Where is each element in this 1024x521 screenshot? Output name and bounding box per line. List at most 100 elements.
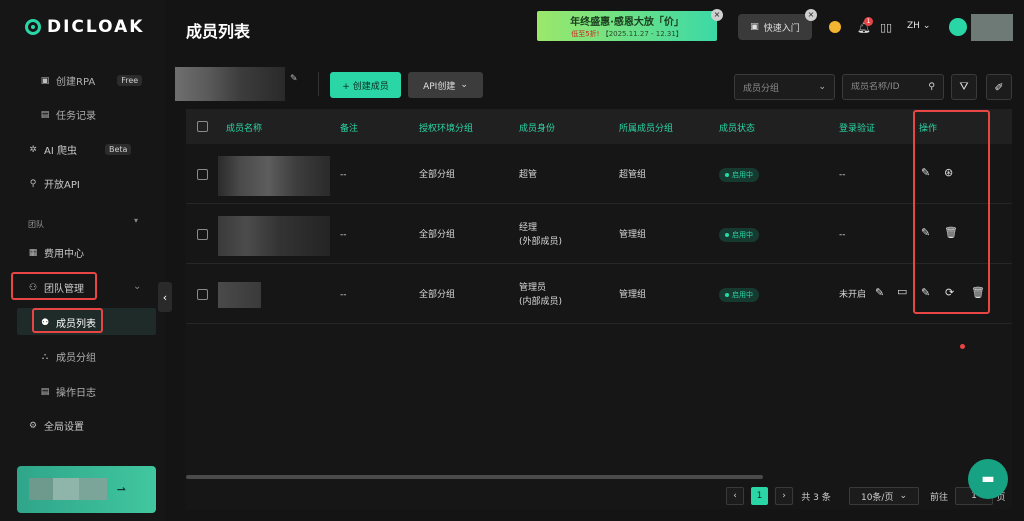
row-checkbox[interactable]: [197, 289, 208, 300]
sidebar-item-task-log[interactable]: ▤ 任务记录: [40, 107, 96, 123]
coin-icon[interactable]: [829, 21, 841, 33]
table-row[interactable]: -- 全部分组 超管 超管组 启用中 -- ✎ ⊛: [186, 144, 1012, 204]
edit-icon[interactable]: ✎: [875, 286, 884, 299]
status-label: 启用中: [732, 231, 753, 239]
status-label: 启用中: [732, 291, 753, 299]
status-badge: 启用中: [719, 288, 759, 302]
sidebar-item-global-settings[interactable]: ⚙ 全局设置: [28, 418, 84, 434]
member-table: 成员名称 备注 授权环境分组 成员身份 所属成员分组 成员状态 登录验证 操作 …: [186, 109, 1012, 509]
sidebar-promo-card[interactable]: ⇀: [17, 466, 156, 513]
column-header: 授权环境分组: [419, 124, 474, 134]
next-page-button[interactable]: ›: [775, 487, 793, 505]
edit-icon[interactable]: ✎: [290, 74, 298, 84]
row-checkbox[interactable]: [197, 229, 208, 240]
language-switcher[interactable]: ZH ⌄: [907, 21, 930, 31]
page-size-select[interactable]: 10条/页 ⌄: [849, 487, 919, 505]
chevron-down-icon: ⌄: [818, 82, 826, 92]
table-header: 成员名称 备注 授权环境分组 成员身份 所属成员分组 成员状态 登录验证 操作: [186, 109, 1012, 144]
prev-page-button[interactable]: ‹: [726, 487, 744, 505]
sidebar-section-team: 团队: [28, 220, 44, 229]
sidebar-item-billing[interactable]: ▦ 费用中心: [28, 245, 84, 261]
status-badge: 启用中: [719, 168, 759, 182]
login-verify-cell: 未开启: [839, 290, 867, 300]
column-header: 备注: [340, 124, 359, 134]
book-icon: ▣: [750, 22, 759, 32]
logo-mark-icon: [25, 19, 41, 35]
sidebar-item-label: AI 爬虫: [44, 146, 77, 157]
sidebar-item-label: 开放API: [44, 180, 80, 191]
page-number-button[interactable]: 1: [751, 487, 768, 505]
total-count: 共 3 条: [801, 492, 831, 503]
chevron-right-icon: ›: [782, 491, 786, 501]
sidebar-item-label: 创建RPA: [56, 77, 96, 88]
beta-badge: Beta: [104, 144, 132, 155]
highlight-box: [32, 308, 103, 333]
role-line2: (外部成员): [519, 237, 563, 247]
promo-discount: 低至5折!: [571, 30, 600, 38]
promo-line2: 低至5折! 【2025.11.27 - 12.31】: [537, 29, 717, 39]
sidebar-collapse-button[interactable]: ‹: [158, 282, 172, 312]
docs-icon[interactable]: ▯▯: [880, 21, 892, 34]
sidebar-item-label: 成员分组: [56, 353, 96, 364]
login-verify-cell: --: [839, 170, 846, 180]
member-group-icon: ⛬: [41, 351, 49, 362]
column-header: 所属成员分组: [619, 124, 674, 134]
sidebar-item-label: 操作日志: [56, 388, 96, 399]
clear-button[interactable]: ✐: [986, 74, 1012, 100]
table-row[interactable]: -- 全部分组 管理员 (内部成员) 管理组 启用中 未开启 ✎ ▭ ✎ ⟳ 🗑…: [186, 264, 1012, 324]
goto-label: 前往: [929, 492, 948, 503]
select-all-checkbox[interactable]: [197, 121, 208, 132]
language-label: ZH: [907, 21, 920, 31]
blurred-text: [29, 478, 53, 500]
filter-icon: ⛛: [959, 80, 969, 93]
blurred-team-name: [175, 67, 285, 101]
broom-icon: ✐: [994, 80, 1004, 94]
row-checkbox[interactable]: [197, 169, 208, 180]
member-group-select[interactable]: 成员分组 ⌄: [734, 74, 835, 100]
status-label: 启用中: [732, 171, 753, 179]
chevron-down-icon[interactable]: ▾: [134, 216, 138, 225]
promo-banner[interactable]: 年终盛惠·感恩大放「价」 低至5折! 【2025.11.27 - 12.31】: [537, 11, 717, 41]
env-group-cell: 全部分组: [419, 170, 456, 180]
close-icon[interactable]: ×: [711, 9, 723, 21]
member-group-cell: 管理组: [619, 230, 647, 240]
close-icon[interactable]: ×: [805, 9, 817, 21]
sidebar-item-operation-log[interactable]: ▤ 操作日志: [40, 384, 96, 400]
role-line1: 经理: [519, 223, 538, 233]
arrow-right-icon: ⇀: [116, 483, 126, 496]
search-input[interactable]: [851, 82, 921, 92]
blurred-member-name: [218, 216, 330, 256]
create-member-button[interactable]: + 创建成员: [330, 72, 401, 98]
notification-badge: 1: [864, 17, 873, 26]
quick-start-button[interactable]: ▣ 快速入门: [738, 14, 812, 40]
role-line2: (内部成员): [519, 297, 563, 307]
blurred-text: [79, 478, 107, 500]
divider: [318, 72, 319, 96]
sidebar-item-member-group[interactable]: ⛬ 成员分组: [40, 349, 96, 365]
avatar[interactable]: [949, 18, 967, 36]
horizontal-scrollbar[interactable]: [186, 475, 763, 479]
chat-button[interactable]: ▬: [968, 459, 1008, 499]
chevron-down-icon: ⌄: [899, 491, 908, 501]
filter-button[interactable]: ⛛: [951, 74, 977, 100]
sidebar-item-open-api[interactable]: ⚲ 开放API: [28, 176, 80, 192]
sidebar: DICLOAK ▣ 创建RPA Free ▤ 任务记录 ✲ AI 爬虫 Beta…: [0, 0, 165, 521]
member-search[interactable]: ⚲: [842, 74, 944, 100]
page-title: 成员列表: [186, 22, 251, 41]
search-icon[interactable]: ⚲: [928, 82, 935, 92]
highlight-box: [11, 272, 97, 300]
chevron-down-icon[interactable]: ⌄: [133, 281, 141, 292]
api-create-label: API创建: [423, 81, 456, 92]
sidebar-item-label: 全局设置: [44, 422, 84, 433]
table-row[interactable]: -- 全部分组 经理 (外部成员) 管理组 启用中 -- ✎ 🗑︎: [186, 204, 1012, 264]
blurred-member-name: [218, 282, 261, 308]
blurred-member-name: [218, 156, 330, 196]
sidebar-item-ai-crawler[interactable]: ✲ AI 爬虫 Beta: [28, 142, 132, 157]
chat-icon: ▬: [981, 471, 995, 487]
sidebar-item-create-rpa[interactable]: ▣ 创建RPA Free: [40, 73, 143, 88]
quick-start-label: 快速入门: [763, 23, 800, 34]
logo[interactable]: DICLOAK: [25, 17, 144, 37]
select-placeholder: 成员分组: [743, 83, 780, 94]
monitor-icon[interactable]: ▭: [897, 285, 907, 298]
api-create-button[interactable]: API创建 ⌄: [408, 72, 483, 98]
